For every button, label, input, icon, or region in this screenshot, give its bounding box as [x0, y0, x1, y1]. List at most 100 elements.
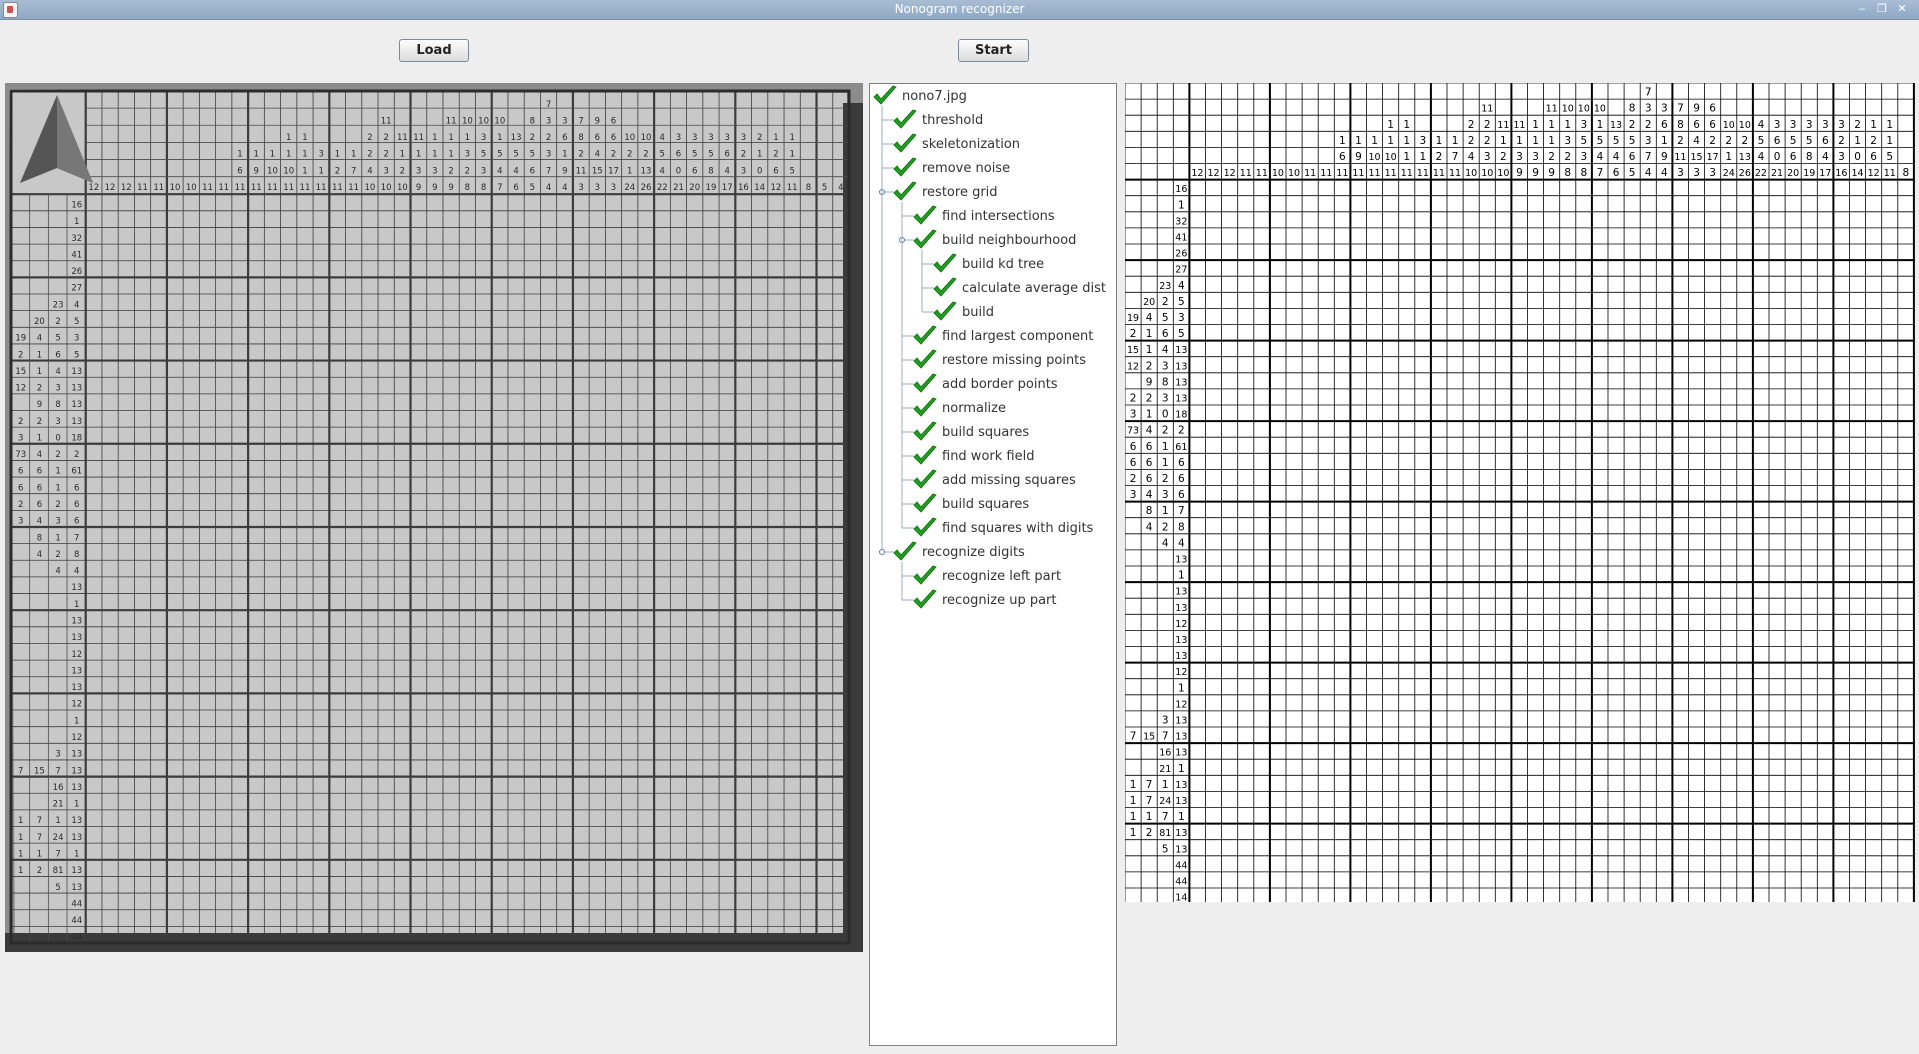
- row-clue: 12: [1175, 667, 1187, 678]
- process-tree[interactable]: nono7.jpg threshold skeletonization remove …: [869, 83, 1117, 1046]
- tree-item[interactable]: nono7.jpg: [872, 84, 967, 108]
- column-clue: 15: [1691, 152, 1703, 163]
- photo-column-clue: 1: [302, 166, 307, 176]
- photo-row-clue: 26: [71, 267, 82, 277]
- photo-column-clue: 20: [689, 183, 700, 193]
- row-clue: 41: [1175, 233, 1187, 244]
- row-clue: 3: [1162, 360, 1169, 372]
- column-clue: 7: [1677, 103, 1684, 115]
- tree-item[interactable]: calculate average dist: [932, 276, 1106, 300]
- photo-column-clue: 11: [267, 183, 278, 193]
- check-icon: [913, 229, 937, 249]
- photo-column-clue: 2: [383, 150, 388, 160]
- minimize-icon[interactable]: ‒: [1855, 2, 1869, 16]
- column-clue: 1: [1500, 135, 1507, 147]
- row-clue: 4: [1146, 425, 1153, 437]
- row-clue: 1: [1146, 811, 1153, 823]
- check-icon: [913, 325, 937, 345]
- photo-column-clue: 3: [481, 166, 486, 176]
- row-clue: 1: [1130, 779, 1137, 791]
- photo-row-clue: 20: [34, 317, 45, 327]
- photo-column-clue: 1: [432, 150, 437, 160]
- start-button[interactable]: Start: [958, 39, 1029, 62]
- tree-item[interactable]: threshold: [892, 108, 983, 132]
- tree-item[interactable]: remove noise: [892, 156, 1010, 180]
- column-clue: 11: [1320, 168, 1332, 179]
- column-clue: 8: [1903, 167, 1910, 179]
- column-clue: 5: [1629, 167, 1636, 179]
- tree-item[interactable]: recognize digits: [892, 540, 1025, 564]
- row-clue: 27: [1175, 265, 1187, 276]
- photo-row-clue: 4: [74, 300, 79, 310]
- tree-item[interactable]: build: [932, 300, 994, 324]
- photo-column-clue: 9: [432, 183, 437, 193]
- column-clue: 3: [1532, 151, 1539, 163]
- photo-column-clue: 1: [627, 166, 632, 176]
- photo-column-clue: 19: [706, 183, 717, 193]
- row-clue: 13: [1175, 377, 1187, 388]
- expander-icon[interactable]: [879, 549, 885, 555]
- photo-row-clue: 18: [71, 433, 82, 443]
- photo-row-clue: 7: [55, 766, 60, 776]
- photo-column-clue: 1: [400, 150, 405, 160]
- tree-item[interactable]: normalize: [912, 396, 1006, 420]
- photo-row-clue: 14: [71, 933, 82, 943]
- photo-row-clue: 1: [18, 833, 23, 843]
- photo-column-clue: 5: [513, 150, 518, 160]
- tree-item[interactable]: build squares: [912, 492, 1029, 516]
- photo-row-clue: 12: [71, 700, 82, 710]
- tree-item[interactable]: build squares: [912, 420, 1029, 444]
- photo-column-clue: 1: [335, 150, 340, 160]
- column-clue: 3: [1709, 167, 1716, 179]
- tree-item[interactable]: recognize up part: [912, 588, 1057, 612]
- tree-item[interactable]: skeletonization: [892, 132, 1020, 156]
- photo-column-clue: 11: [413, 133, 424, 143]
- row-clue: 1: [1178, 199, 1185, 211]
- tree-item[interactable]: find squares with digits: [912, 516, 1093, 540]
- column-clue: 17: [1707, 152, 1719, 163]
- column-clue: 3: [1822, 119, 1829, 131]
- tree-item[interactable]: find work field: [912, 444, 1034, 468]
- column-clue: 2: [1725, 135, 1732, 147]
- photo-row-clue: 6: [74, 500, 79, 510]
- column-clue: 10: [1272, 168, 1284, 179]
- photo-column-clue: 11: [787, 183, 798, 193]
- photo-column-clue: 10: [283, 166, 294, 176]
- tree-item[interactable]: add missing squares: [912, 468, 1076, 492]
- tree-item[interactable]: build neighbourhood: [912, 228, 1076, 252]
- column-clue: 1: [1403, 135, 1410, 147]
- photo-column-clue: 1: [351, 150, 356, 160]
- tree-item[interactable]: recognize left part: [912, 564, 1061, 588]
- tree-item[interactable]: add border points: [912, 372, 1058, 396]
- column-clue: 3: [1790, 119, 1797, 131]
- photo-row-clue: 44: [71, 916, 82, 926]
- column-clue: 6: [1790, 151, 1797, 163]
- photo-column-clue: 9: [562, 166, 567, 176]
- tree-item[interactable]: restore grid: [892, 180, 998, 204]
- tree-item[interactable]: find intersections: [912, 204, 1055, 228]
- photo-row-clue: 1: [18, 816, 23, 826]
- photo-column-clue: 2: [367, 133, 372, 143]
- photo-row-clue: 1: [55, 467, 60, 477]
- check-icon: [913, 397, 937, 417]
- column-clue: 10: [1288, 168, 1300, 179]
- tree-item[interactable]: build kd tree: [932, 252, 1044, 276]
- photo-row-clue: 2: [18, 417, 23, 427]
- tree-item[interactable]: restore missing points: [912, 348, 1086, 372]
- photo-row-clue: 13: [71, 883, 82, 893]
- column-clue: 6: [1870, 151, 1877, 163]
- column-clue: 1: [1420, 151, 1427, 163]
- maximize-icon[interactable]: ❐: [1875, 2, 1889, 16]
- column-clue: 2: [1854, 119, 1861, 131]
- photo-column-clue: 5: [708, 150, 713, 160]
- tree-item[interactable]: find largest component: [912, 324, 1093, 348]
- photo-column-clue: 11: [283, 183, 294, 193]
- tree-item-label: nono7.jpg: [902, 88, 967, 104]
- close-icon[interactable]: ✕: [1895, 2, 1909, 16]
- column-clue: 9: [1532, 167, 1539, 179]
- photo-column-clue: 11: [235, 183, 246, 193]
- photo-row-clue: 13: [71, 583, 82, 593]
- row-clue: 1: [1130, 795, 1137, 807]
- row-clue: 7: [1178, 505, 1185, 517]
- load-button[interactable]: Load: [399, 39, 469, 62]
